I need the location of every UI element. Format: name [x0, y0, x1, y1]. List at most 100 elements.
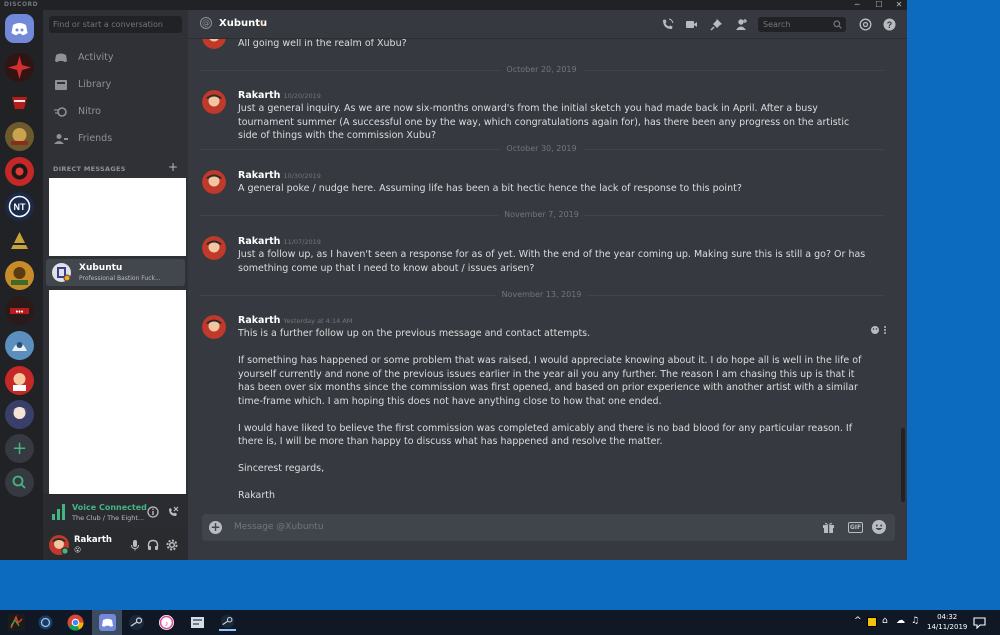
crescent-moon-icon: ☾: [260, 19, 268, 28]
discord-logo-icon: [11, 23, 28, 36]
custom-status-emoji: 😮: [74, 546, 82, 554]
signal-bars-icon[interactable]: [52, 504, 66, 520]
create-dm-plus-icon[interactable]: +: [168, 160, 178, 174]
info-icon[interactable]: [147, 506, 159, 518]
dm-item-xubuntu[interactable]: Xubuntu Professional Bastion Fuck...: [46, 259, 185, 286]
notifications-icon[interactable]: [973, 616, 986, 629]
headphones-icon[interactable]: [147, 539, 159, 551]
mentions-icon[interactable]: [859, 18, 872, 31]
message-timestamp: 10/20/2019: [283, 92, 321, 100]
avatar[interactable]: [202, 236, 226, 260]
home-button[interactable]: [5, 14, 34, 43]
dm-name: Xubuntu: [79, 263, 123, 273]
start-app-icon[interactable]: [8, 614, 25, 631]
nav-label: Library: [78, 79, 112, 90]
discord-taskbar-button[interactable]: [92, 610, 122, 635]
voice-channel-name[interactable]: The Club / The Eight...: [72, 514, 144, 522]
explore-servers-button[interactable]: [5, 468, 34, 497]
add-reaction-icon[interactable]: [870, 325, 888, 335]
voice-call-icon[interactable]: [661, 18, 674, 31]
server-icon-10[interactable]: [5, 366, 34, 395]
add-server-button[interactable]: +: [5, 434, 34, 463]
message-text: All going well in the realm of Xubu?: [238, 39, 407, 49]
search-icon: [12, 475, 26, 489]
server-icon-9[interactable]: [5, 331, 34, 360]
find-conversation-input[interactable]: Find or start a conversation: [49, 16, 182, 33]
avatar[interactable]: [49, 535, 69, 555]
server-icon-8[interactable]: ♦♦♦: [5, 296, 34, 325]
avatar[interactable]: [202, 315, 226, 339]
nav-label: Friends: [78, 133, 113, 144]
friends-icon: [54, 134, 68, 144]
nav-activity[interactable]: Activity: [43, 45, 188, 71]
redacted-dm-list-top: [49, 178, 186, 256]
server-icon-2[interactable]: [5, 88, 34, 117]
upload-plus-icon[interactable]: +: [209, 521, 222, 534]
nav-friends[interactable]: Friends: [43, 126, 188, 152]
nitro-icon: [54, 107, 67, 117]
gift-icon[interactable]: [822, 521, 835, 534]
server-icon-7[interactable]: [5, 261, 34, 290]
app-tray-icon[interactable]: [867, 617, 877, 627]
browser-app-icon[interactable]: [37, 614, 54, 631]
minimize-icon[interactable]: ─: [850, 0, 864, 10]
message-text: Just a general inquiry. As we are now si…: [238, 103, 850, 141]
svg-text:?: ?: [887, 20, 893, 30]
avatar: [52, 263, 71, 282]
maximize-icon[interactable]: ☐: [872, 0, 886, 10]
server-icon-3[interactable]: [5, 122, 34, 151]
message-author[interactable]: Rakarth 10/20/2019: [238, 90, 321, 101]
nav-label: Activity: [78, 52, 114, 63]
steam-icon[interactable]: [219, 614, 236, 631]
disconnect-icon[interactable]: [167, 506, 179, 518]
steam-icon[interactable]: [128, 614, 145, 631]
close-icon[interactable]: ✕: [892, 0, 906, 10]
itunes-icon[interactable]: ♪: [158, 614, 175, 631]
message-author[interactable]: Rakarth 11/07/2019: [238, 236, 321, 247]
emoji-icon[interactable]: [872, 520, 886, 534]
clock[interactable]: 04:32 14/11/2019: [927, 612, 967, 632]
nav-label: Nitro: [78, 106, 101, 117]
activity-icon: [55, 53, 67, 62]
avatar[interactable]: [202, 39, 226, 49]
svg-text:♪: ♪: [165, 619, 169, 628]
server-icon-11[interactable]: [5, 400, 34, 429]
chevron-up-icon[interactable]: ^: [854, 616, 862, 626]
pin-icon[interactable]: [710, 18, 723, 31]
message-composer: + Message @Xubuntu GIF: [202, 514, 895, 541]
chrome-icon[interactable]: [67, 614, 84, 631]
avatar[interactable]: [202, 170, 226, 194]
search-icon: [833, 20, 842, 29]
gif-button[interactable]: GIF: [848, 522, 863, 533]
discord-window: DISCORD ─ ☐ ✕ NT ♦♦♦ + Find or start a c…: [0, 0, 907, 560]
gear-icon[interactable]: [166, 539, 178, 551]
scrollbar-thumb[interactable]: [901, 428, 905, 502]
server-icon-4[interactable]: [5, 157, 34, 186]
help-icon[interactable]: ?: [883, 18, 896, 31]
chat-area: @ Xubuntu ☾ Search ? All going well in t…: [188, 10, 907, 560]
message-input[interactable]: Message @Xubuntu: [234, 514, 324, 541]
server-list: NT ♦♦♦ +: [0, 10, 43, 560]
discord-icon: [99, 614, 116, 631]
add-friend-icon[interactable]: [735, 18, 748, 31]
microphone-icon[interactable]: [129, 539, 141, 551]
windows-taskbar: ♪ ^ ⌂ ☁ ♫ 04:32 14/11/2019: [0, 610, 1000, 635]
nav-library[interactable]: Library: [43, 72, 188, 98]
network-icon[interactable]: ⌂: [882, 616, 888, 626]
dm-sidebar: Find or start a conversation Activity Li…: [43, 10, 188, 560]
video-call-icon[interactable]: [685, 18, 698, 31]
date-divider: October 30, 2019: [200, 144, 883, 153]
volume-icon[interactable]: ♫: [911, 616, 919, 626]
avatar[interactable]: [202, 90, 226, 114]
title-bar: DISCORD ─ ☐ ✕: [0, 0, 907, 10]
nav-nitro[interactable]: Nitro: [43, 99, 188, 125]
server-icon-5[interactable]: NT: [5, 192, 34, 221]
at-sign-icon: @: [200, 17, 212, 29]
message-author[interactable]: Rakarth Yesterday at 4:14 AM: [238, 315, 352, 326]
server-icon-1[interactable]: [5, 53, 34, 82]
file-app-icon[interactable]: [189, 614, 206, 631]
cloud-icon[interactable]: ☁: [896, 616, 905, 626]
message-author[interactable]: Rakarth 10/30/2019: [238, 170, 321, 181]
server-icon-6[interactable]: [5, 227, 34, 256]
message-text: This is a further follow up on the previ…: [238, 328, 862, 501]
